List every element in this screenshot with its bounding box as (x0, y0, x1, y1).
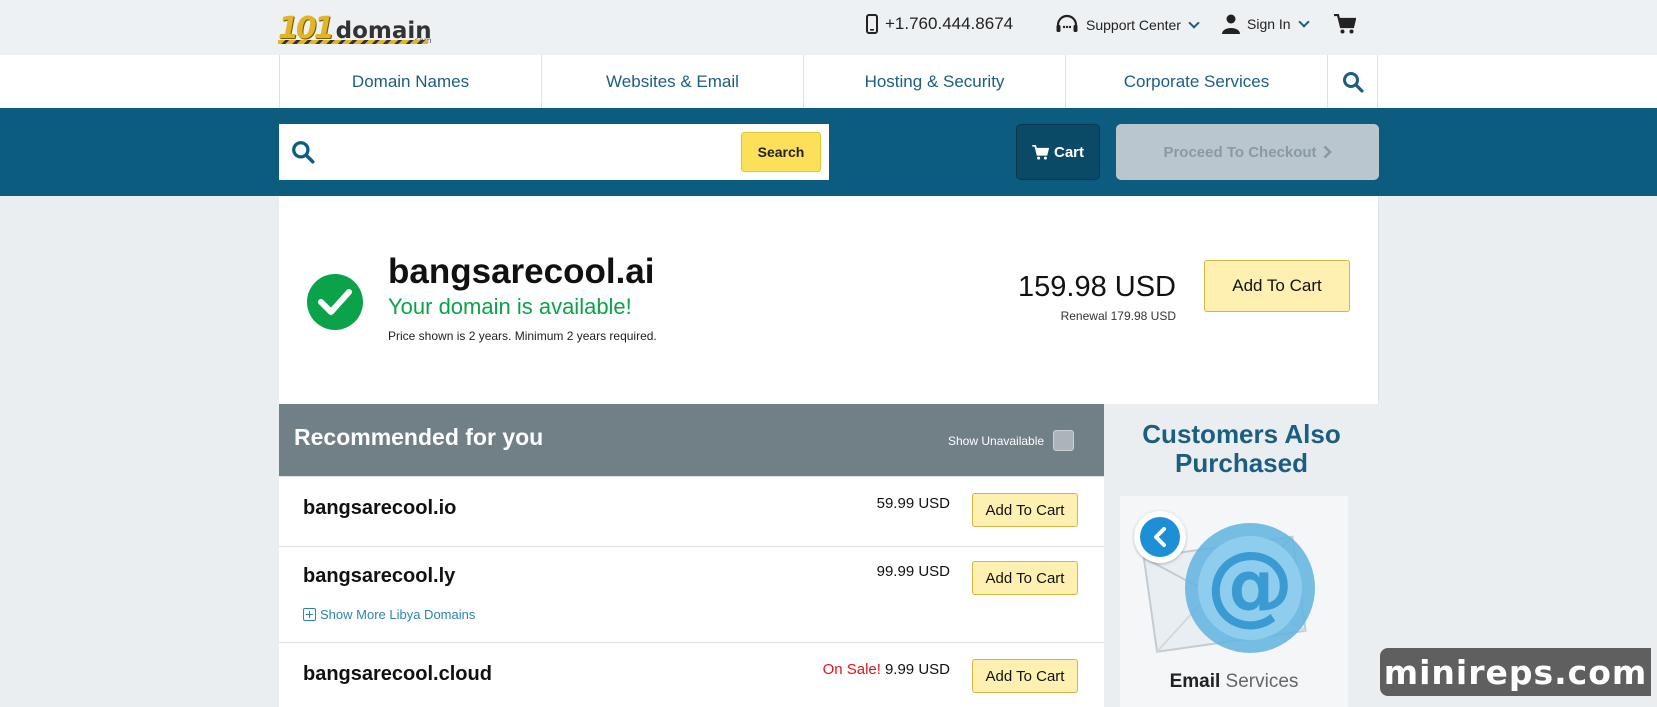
searched-domain: bangsarecool.ai (388, 252, 655, 291)
add-to-cart-button[interactable]: Add To Cart (972, 493, 1078, 527)
domain-result-card: bangsarecool.ai Your domain is available… (279, 196, 1379, 404)
show-unavailable-checkbox[interactable] (1053, 430, 1074, 451)
recommended-price: 99.99 USD (873, 563, 950, 580)
renewal-price: Renewal 179.98 USD (1060, 309, 1176, 323)
cart-icon (1032, 144, 1049, 160)
customers-also-purchased-title: Customers Also Purchased (1142, 419, 1341, 478)
sign-in-menu[interactable]: Sign In (1222, 14, 1310, 34)
sign-in-label: Sign In (1247, 16, 1291, 32)
add-to-cart-button[interactable]: Add To Cart (972, 561, 1078, 595)
available-check-icon (307, 274, 363, 330)
proceed-to-checkout-button[interactable]: Proceed To Checkout (1116, 124, 1379, 180)
phone-icon (866, 14, 878, 34)
cart-button[interactable]: Cart (1016, 124, 1100, 180)
phone-number: +1.760.444.8674 (885, 14, 1014, 33)
recommended-row: bangsarecool.ly 99.99 USD Add To Cart Sh… (279, 546, 1104, 642)
nav-tab-corporate-services[interactable]: Corporate Services (1065, 55, 1327, 108)
nav-tab-websites-email[interactable]: Websites & Email (541, 55, 803, 108)
recommended-price-value: 99.99 USD (876, 563, 950, 580)
recommended-price: On Sale! 9.99 USD (823, 661, 950, 678)
recommended-domain: bangsarecool.io (303, 497, 457, 519)
recommended-domain: bangsarecool.ly (303, 565, 456, 587)
recommended-row: bangsarecool.io 59.99 USD Add To Cart (279, 476, 1104, 546)
chevron-right-icon (1323, 145, 1332, 159)
user-icon (1222, 14, 1240, 34)
recommended-row: bangsarecool.cloud On Sale! 9.99 USD Add … (279, 642, 1104, 707)
support-center-label: Support Center (1086, 17, 1181, 33)
header-cart-link[interactable] (1334, 14, 1356, 34)
add-to-cart-button[interactable]: Add To Cart (1204, 260, 1350, 312)
promo-label: Email Services (1120, 671, 1348, 693)
price-note: Price shown is 2 years. Minimum 2 years … (388, 329, 657, 343)
recommended-price-value: 59.99 USD (876, 495, 950, 512)
logo-stripe (278, 40, 428, 44)
chevron-down-icon (1188, 17, 1200, 29)
chevron-left-icon (1140, 517, 1180, 557)
domain-search-box: Search (279, 124, 829, 180)
sale-badge: On Sale! (822, 661, 881, 678)
recommended-header: Recommended for you Show Unavailable (279, 404, 1104, 476)
checkout-label: Proceed To Checkout (1163, 143, 1317, 161)
support-center-menu[interactable]: Support Center (1055, 14, 1200, 36)
carousel-prev-button[interactable] (1134, 511, 1186, 563)
phone-link[interactable]: +1.760.444.8674 (866, 14, 1013, 34)
recommended-domain: bangsarecool.cloud (303, 663, 492, 685)
show-unavailable-label: Show Unavailable (948, 434, 1045, 448)
cart-label: Cart (1053, 143, 1084, 161)
promo-label-rest: Services (1220, 671, 1299, 692)
search-button[interactable]: Search (741, 132, 821, 172)
search-icon (1342, 71, 1364, 93)
promo-label-bold: Email (1169, 671, 1221, 692)
recommended-price: 59.99 USD (873, 495, 950, 512)
logo[interactable]: 101 domain.com (278, 8, 432, 45)
chevron-down-icon (1297, 16, 1310, 28)
headset-icon (1056, 14, 1078, 32)
recommended-title: Recommended for you (294, 424, 544, 450)
nav-search-button[interactable] (1327, 55, 1378, 108)
top-bar: 101 domain.com +1.760.444.8674 Support C… (0, 0, 1657, 55)
domain-price: 159.98 USD (1018, 271, 1176, 303)
domain-search-input[interactable] (327, 134, 767, 170)
show-more-label: Show More Libya Domains (320, 607, 476, 622)
show-more-libya-link[interactable]: Show More Libya Domains (303, 607, 475, 622)
recommended-price-value: 9.99 USD (884, 661, 950, 678)
availability-status: Your domain is available! (388, 294, 632, 319)
watermark: minireps.com (1378, 646, 1653, 698)
cart-icon (1334, 14, 1356, 34)
add-to-cart-button[interactable]: Add To Cart (972, 659, 1078, 693)
search-icon (292, 141, 315, 164)
plus-square-icon (303, 608, 316, 621)
svg-text:@: @ (1206, 532, 1294, 635)
main-nav: Domain Names Websites & Email Hosting & … (0, 55, 1657, 108)
nav-tab-hosting-security[interactable]: Hosting & Security (803, 55, 1065, 108)
nav-tab-domain-names[interactable]: Domain Names (279, 55, 541, 108)
